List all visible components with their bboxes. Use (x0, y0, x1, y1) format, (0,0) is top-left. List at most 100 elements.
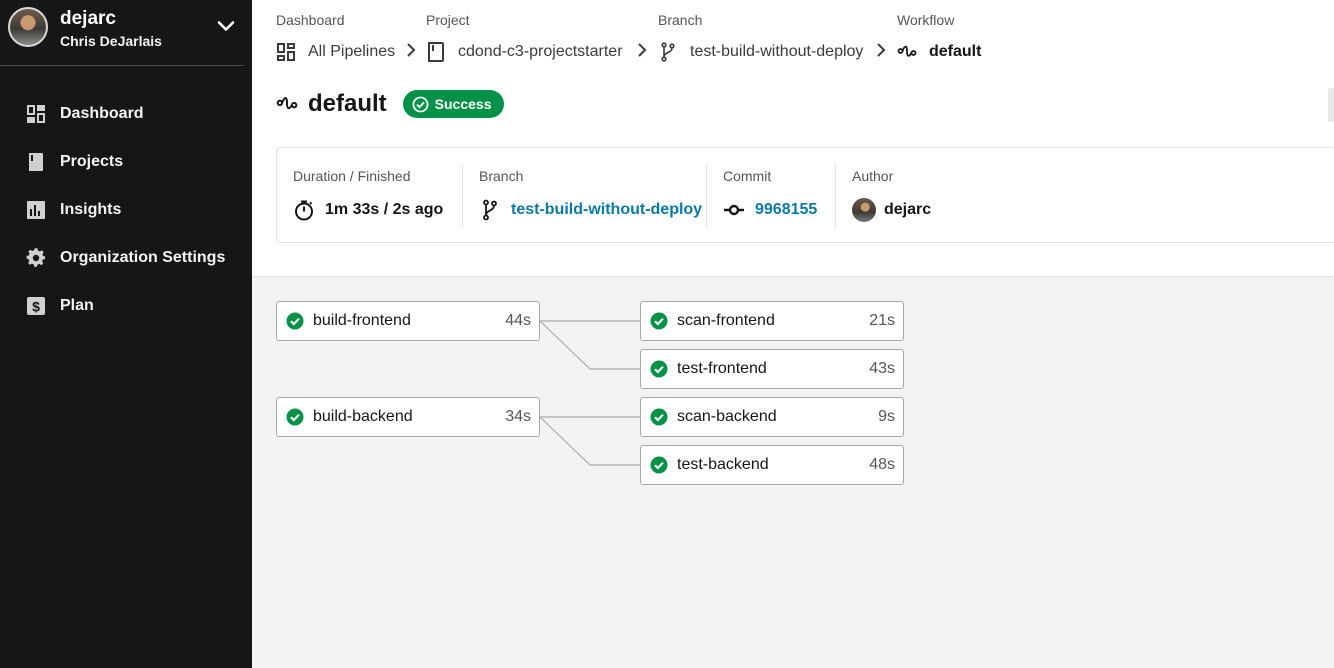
dashboard-icon (27, 105, 45, 123)
workflow-graph: build-frontend 44s scan-frontend 21s tes… (252, 277, 1334, 668)
username: dejarc (60, 8, 116, 29)
job-name: scan-frontend (677, 312, 775, 329)
sidebar-item-dashboard[interactable]: Dashboard (0, 90, 252, 138)
breadcrumb-dashboard: Dashboard All Pipelines (276, 12, 395, 63)
duration-value: 1m 33s / 2s ago (325, 201, 444, 218)
meta-value-row: test-build-without-deploy (479, 198, 702, 222)
workflow-header: Dashboard All Pipelines Project cdond-c3… (252, 0, 1334, 277)
sidebar-item-projects[interactable]: Projects (0, 138, 252, 186)
job-build-backend[interactable]: build-backend 34s (276, 397, 540, 437)
avatar (8, 7, 48, 47)
workflow-icon (897, 45, 917, 57)
svg-text:$: $ (32, 299, 40, 315)
user-switcher[interactable]: dejarc Chris DeJarlais (0, 0, 244, 66)
success-check-icon (650, 456, 668, 474)
meta-commit: Commit 9968155 (723, 164, 817, 228)
user-full-name: Chris DeJarlais (60, 33, 162, 49)
breadcrumb-workflow: Workflow default (897, 12, 981, 63)
commit-icon (724, 204, 744, 216)
breadcrumb-link-project[interactable]: cdond-c3-projectstarter (426, 41, 623, 63)
breadcrumb-branch: Branch test-build-without-deploy (658, 12, 863, 63)
meta-value-row: 9968155 (723, 198, 817, 222)
job-build-frontend[interactable]: build-frontend 44s (276, 301, 540, 341)
commit-link[interactable]: 9968155 (755, 201, 817, 219)
breadcrumb-project: Project cdond-c3-projectstarter (426, 12, 623, 63)
branch-icon (483, 199, 497, 221)
book-icon (29, 153, 43, 171)
job-scan-backend[interactable]: scan-backend 9s (640, 397, 904, 437)
meta-author: Author dejarc (852, 164, 931, 228)
sidebar-item-insights[interactable]: Insights (0, 186, 252, 234)
job-test-frontend[interactable]: test-frontend 43s (640, 349, 904, 389)
breadcrumb-value: All Pipelines (308, 43, 396, 60)
job-name: build-frontend (313, 312, 411, 329)
action-button-edge[interactable] (1328, 88, 1334, 122)
breadcrumb-value: cdond-c3-projectstarter (458, 43, 623, 60)
breadcrumb-value: test-build-without-deploy (690, 43, 864, 60)
meta-label: Commit (723, 168, 772, 184)
meta-duration: Duration / Finished 1m 33s / 2s ago (293, 164, 443, 228)
status-label: Success (434, 96, 492, 112)
meta-label: Branch (479, 168, 524, 184)
breadcrumb-heading: Workflow (897, 12, 955, 28)
status-badge: Success (402, 90, 504, 118)
book-icon (428, 42, 444, 62)
sidebar-item-label: Insights (60, 201, 122, 218)
success-check-icon (286, 408, 304, 426)
job-name: test-frontend (677, 360, 767, 377)
sidebar-item-label: Organization Settings (60, 249, 226, 266)
divider (835, 164, 836, 228)
breadcrumb-heading: Dashboard (276, 12, 345, 28)
job-duration: 43s (869, 360, 895, 377)
chevron-right-icon (877, 43, 886, 57)
chevron-right-icon (638, 43, 647, 57)
breadcrumb-heading: Project (426, 12, 470, 28)
job-name: build-backend (313, 408, 413, 425)
sidebar-item-organization-settings[interactable]: Organization Settings (0, 234, 252, 282)
branch-link[interactable]: test-build-without-deploy (511, 201, 702, 219)
meta-value-row: 1m 33s / 2s ago (293, 198, 443, 222)
branch-icon (661, 42, 675, 62)
sidebar-nav: Dashboard Projects Insights Organization… (0, 90, 252, 330)
breadcrumb-heading: Branch (658, 12, 703, 28)
page-title: default (308, 90, 387, 117)
success-check-icon (650, 312, 668, 330)
dollar-icon: $ (27, 297, 45, 315)
workflow-meta-card: Duration / Finished 1m 33s / 2s ago Bran… (276, 147, 1334, 243)
breadcrumb-current-workflow: default (897, 41, 981, 63)
workflow-title-row: default Success (276, 90, 504, 118)
job-duration: 34s (505, 408, 531, 425)
job-name: test-backend (677, 456, 769, 473)
sidebar: dejarc Chris DeJarlais Dashboard Project… (0, 0, 252, 668)
meta-value-row: dejarc (852, 198, 931, 222)
job-duration: 48s (869, 456, 895, 473)
sidebar-item-plan[interactable]: $ Plan (0, 282, 252, 330)
success-check-icon (650, 408, 668, 426)
meta-label: Duration / Finished (293, 168, 411, 184)
sidebar-item-label: Projects (60, 153, 124, 170)
meta-label: Author (852, 168, 894, 184)
success-check-icon (650, 360, 668, 378)
author-name: dejarc (884, 201, 932, 218)
breadcrumb-link-dashboard[interactable]: All Pipelines (276, 41, 395, 63)
job-duration: 9s (878, 408, 895, 425)
sidebar-item-label: Plan (60, 297, 94, 314)
sidebar-item-label: Dashboard (60, 105, 144, 122)
job-duration: 21s (869, 312, 895, 329)
meta-branch: Branch test-build-without-deploy (479, 164, 702, 228)
main-content: Dashboard All Pipelines Project cdond-c3… (252, 0, 1334, 668)
divider (462, 164, 463, 228)
stopwatch-icon (295, 200, 313, 221)
job-scan-frontend[interactable]: scan-frontend 21s (640, 301, 904, 341)
author-avatar (852, 198, 876, 222)
divider (706, 164, 707, 228)
success-check-icon (286, 312, 304, 330)
breadcrumb-link-branch[interactable]: test-build-without-deploy (658, 41, 863, 63)
breadcrumb-value: default (929, 43, 982, 60)
job-test-backend[interactable]: test-backend 48s (640, 445, 904, 485)
chevron-down-icon[interactable] (216, 16, 236, 36)
job-duration: 44s (505, 312, 531, 329)
job-name: scan-backend (677, 408, 777, 425)
workflow-icon (276, 96, 298, 110)
insights-icon (27, 201, 45, 219)
